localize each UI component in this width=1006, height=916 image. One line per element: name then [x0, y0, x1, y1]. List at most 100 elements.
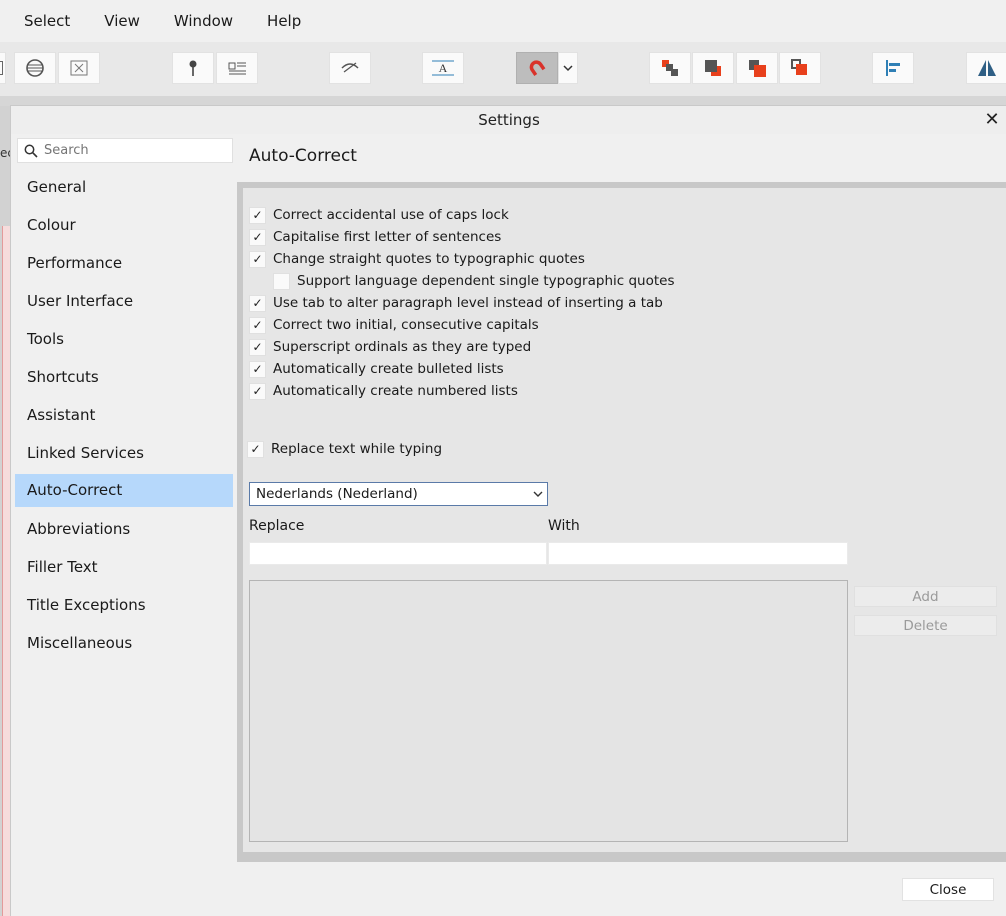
checkbox[interactable] — [273, 272, 290, 290]
nav-item-assistant[interactable]: Assistant — [15, 396, 233, 434]
option-capitalise-first-letter[interactable]: ✓ Capitalise first letter of sentences — [249, 226, 501, 248]
text-wrap-none-icon — [26, 59, 44, 77]
wrap-shape-icon — [0, 61, 3, 75]
option-numbered-lists[interactable]: ✓ Automatically create numbered lists — [249, 380, 518, 402]
nav-item-general[interactable]: General — [15, 168, 233, 206]
check-icon: ✓ — [250, 442, 261, 456]
arrange-backward-button[interactable] — [692, 52, 734, 84]
preview-button[interactable] — [329, 52, 371, 84]
arrange-backward-icon — [705, 60, 721, 76]
arrange-front-icon — [791, 59, 807, 75]
menu-window[interactable]: Window — [150, 12, 233, 30]
snapping-options-dropdown[interactable] — [558, 52, 578, 84]
checkbox[interactable]: ✓ — [247, 440, 264, 458]
arrange-back-icon — [662, 60, 678, 76]
nav-item-linked-services[interactable]: Linked Services — [15, 434, 233, 472]
toolbar-button-partial[interactable] — [0, 52, 6, 84]
arrange-to-front-button[interactable] — [779, 52, 821, 84]
delete-button[interactable]: Delete — [854, 615, 997, 636]
dialog-close-button[interactable]: ✕ — [978, 106, 1006, 134]
snapping-button[interactable] — [516, 52, 558, 84]
nav-item-colour[interactable]: Colour — [15, 206, 233, 244]
check-icon: ✓ — [252, 318, 263, 332]
close-icon: ✕ — [984, 109, 1000, 130]
checkbox[interactable]: ✓ — [249, 316, 266, 334]
option-label: Superscript ordinals as they are typed — [273, 339, 532, 355]
option-label: Correct accidental use of caps lock — [273, 207, 509, 223]
auto-correct-panel: ✓ Correct accidental use of caps lock ✓ … — [237, 182, 1006, 862]
option-label: Capitalise first letter of sentences — [273, 229, 502, 245]
nav-item-auto-correct[interactable]: Auto-Correct — [15, 474, 233, 507]
close-button[interactable]: Close — [902, 878, 994, 901]
replace-input[interactable] — [249, 542, 547, 565]
baseline-grid-icon: A — [432, 60, 454, 76]
replacement-list[interactable] — [249, 580, 848, 842]
settings-nav: General Colour Performance User Interfac… — [15, 168, 233, 662]
checkbox[interactable]: ✓ — [249, 382, 266, 400]
language-select[interactable]: Nederlands (Nederland) — [249, 482, 548, 506]
search-field[interactable] — [17, 138, 233, 163]
option-replace-while-typing[interactable]: ✓ Replace text while typing — [247, 438, 442, 460]
language-select-value: Nederlands (Nederland) — [256, 486, 418, 502]
arrange-forward-button[interactable] — [736, 52, 778, 84]
option-two-initial-capitals[interactable]: ✓ Correct two initial, consecutive capit… — [249, 314, 539, 336]
text-frame-button[interactable] — [216, 52, 258, 84]
option-label: Use tab to alter paragraph level instead… — [273, 295, 663, 311]
pin-icon — [189, 60, 197, 76]
nav-item-abbreviations[interactable]: Abbreviations — [15, 510, 233, 548]
align-left-button[interactable] — [872, 52, 914, 84]
menu-view[interactable]: View — [80, 12, 140, 30]
menu-bar: Select View Window Help — [0, 0, 1006, 42]
option-label: Support language dependent single typogr… — [297, 273, 675, 289]
flip-horizontal-button[interactable] — [966, 52, 1006, 84]
checkbox[interactable]: ✓ — [249, 250, 266, 268]
with-column-label: With — [548, 518, 580, 534]
nav-item-filler-text[interactable]: Filler Text — [15, 548, 233, 586]
option-label: Correct two initial, consecutive capital… — [273, 317, 539, 333]
search-input[interactable] — [44, 143, 224, 158]
arrange-to-back-button[interactable] — [649, 52, 691, 84]
check-icon: ✓ — [252, 362, 263, 376]
search-icon — [24, 144, 38, 158]
wrap-none-button[interactable] — [14, 52, 56, 84]
menu-select[interactable]: Select — [0, 12, 70, 30]
checkbox[interactable]: ✓ — [249, 294, 266, 312]
option-label: Automatically create numbered lists — [273, 383, 518, 399]
nav-item-tools[interactable]: Tools — [15, 320, 233, 358]
nav-item-user-interface[interactable]: User Interface — [15, 282, 233, 320]
wrap-bounds-button[interactable] — [58, 52, 100, 84]
option-label: Change straight quotes to typographic qu… — [273, 251, 585, 267]
nav-item-title-exceptions[interactable]: Title Exceptions — [15, 586, 233, 624]
checkbox[interactable]: ✓ — [249, 338, 266, 356]
section-title: Auto-Correct — [249, 146, 357, 166]
option-superscript-ordinals[interactable]: ✓ Superscript ordinals as they are typed — [249, 336, 531, 358]
check-icon: ✓ — [252, 252, 263, 266]
pin-button[interactable] — [172, 52, 214, 84]
option-bulleted-lists[interactable]: ✓ Automatically create bulleted lists — [249, 358, 504, 380]
checkbox[interactable]: ✓ — [249, 228, 266, 246]
option-single-typographic-quotes[interactable]: Support language dependent single typogr… — [273, 270, 675, 292]
toolbar: A — [0, 42, 1006, 96]
text-frame-icon — [228, 62, 246, 75]
option-tab-paragraph-level[interactable]: ✓ Use tab to alter paragraph level inste… — [249, 292, 663, 314]
text-frame-cross-icon — [70, 60, 88, 76]
option-label: Automatically create bulleted lists — [273, 361, 504, 377]
add-button[interactable]: Add — [854, 586, 997, 607]
with-input[interactable] — [548, 542, 848, 565]
nav-item-shortcuts[interactable]: Shortcuts — [15, 358, 233, 396]
check-icon: ✓ — [252, 384, 263, 398]
option-typographic-quotes[interactable]: ✓ Change straight quotes to typographic … — [249, 248, 585, 270]
checkbox[interactable]: ✓ — [249, 206, 266, 224]
check-icon: ✓ — [252, 296, 263, 310]
nav-item-miscellaneous[interactable]: Miscellaneous — [15, 624, 233, 662]
nav-item-performance[interactable]: Performance — [15, 244, 233, 282]
checkbox[interactable]: ✓ — [249, 360, 266, 378]
preview-icon — [341, 62, 359, 73]
svg-text:A: A — [439, 61, 448, 75]
snapping-magnet-icon — [529, 60, 546, 76]
baseline-grid-button[interactable]: A — [422, 52, 464, 84]
page-margin — [2, 226, 10, 916]
check-icon: ✓ — [252, 340, 263, 354]
menu-help[interactable]: Help — [243, 12, 301, 30]
option-caps-lock[interactable]: ✓ Correct accidental use of caps lock — [249, 204, 509, 226]
